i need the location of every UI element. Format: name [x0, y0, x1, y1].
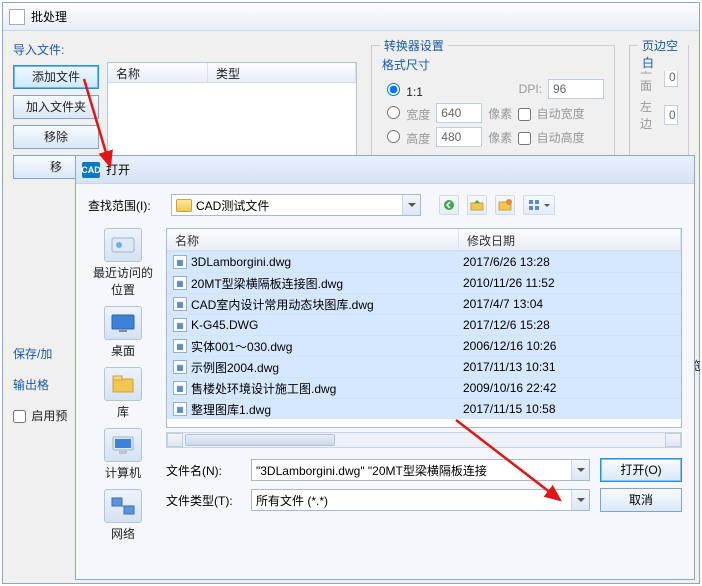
auto-height-check[interactable]: 自动高度 [518, 129, 584, 146]
filename-value: "3DLamborgini.dwg" "20MT型梁横隔板连接 [256, 462, 487, 479]
height-value[interactable]: 480 [436, 127, 482, 147]
lookin-combo[interactable]: CAD测试文件 [171, 194, 421, 216]
app-icon [9, 9, 25, 25]
auto-width-check[interactable]: 自动宽度 [518, 105, 584, 122]
dpi-value[interactable]: 96 [548, 79, 604, 99]
place-recent[interactable]: 最近访问的位置 [90, 228, 156, 298]
lookin-value: CAD测试文件 [196, 197, 269, 214]
filetype-combo[interactable]: 所有文件 (*.*) [251, 489, 590, 511]
batch-title: 批处理 [31, 8, 67, 25]
dwg-icon: ▦ [173, 297, 187, 311]
folder-icon [176, 199, 192, 212]
dwg-icon: ▦ [173, 255, 187, 269]
add-file-button[interactable]: 添加文件 [13, 65, 99, 89]
dwg-icon: ▦ [173, 276, 187, 290]
dwg-icon: ▦ [173, 339, 187, 353]
col-type: 类型 [208, 63, 356, 82]
filetype-label: 文件类型(T): [166, 492, 241, 509]
filename-label: 文件名(N): [166, 462, 241, 479]
import-label: 导入文件: [13, 41, 357, 58]
file-row[interactable]: ▦售楼处环境设计施工图.dwg2009/10/16 22:42 [167, 377, 681, 398]
dwg-icon: ▦ [173, 318, 187, 332]
cancel-button[interactable]: 取消 [600, 488, 682, 512]
place-libraries[interactable]: 库 [90, 367, 156, 420]
place-network[interactable]: 网络 [90, 489, 156, 542]
width-radio[interactable]: 宽度 [382, 103, 430, 123]
cad-icon: CAD [82, 162, 100, 178]
chevron-down-icon[interactable] [402, 195, 420, 215]
open-button[interactable]: 打开(O) [600, 458, 682, 482]
file-row[interactable]: ▦示例图2004.dwg2017/11/13 10:31 [167, 356, 681, 377]
format-label: 格式尺寸 [382, 56, 604, 73]
add-folder-button[interactable]: 加入文件夹 [13, 95, 99, 119]
places-bar: 最近访问的位置 桌面 库 计算机 网络 [88, 224, 158, 542]
file-listview[interactable]: 名称 修改日期 ▦3DLamborgini.dwg2017/6/26 13:28… [166, 228, 682, 428]
dwg-icon: ▦ [173, 402, 187, 416]
new-folder-icon[interactable] [495, 195, 515, 215]
dpi-label: DPI: [519, 82, 542, 96]
margin-left-input[interactable]: 0 [664, 105, 678, 125]
chevron-down-icon[interactable] [571, 460, 589, 480]
file-row[interactable]: ▦CAD室内设计常用动态块图库.dwg2017/4/7 13:04 [167, 293, 681, 314]
col-name: 名称 [108, 63, 208, 82]
margins-legend: 页边空白 [638, 37, 688, 71]
dwg-icon: ▦ [173, 381, 187, 395]
filecol-date[interactable]: 修改日期 [459, 229, 681, 250]
place-computer[interactable]: 计算机 [90, 428, 156, 481]
open-dialog: CAD 打开 查找范围(I): CAD测试文件 最近访问的位置 桌面 库 计算 [75, 155, 695, 580]
filecol-name[interactable]: 名称 [167, 229, 459, 250]
open-titlebar[interactable]: CAD 打开 [76, 156, 694, 184]
file-row[interactable]: ▦3DLamborgini.dwg2017/6/26 13:28 [167, 251, 681, 272]
file-row[interactable]: ▦整理图库1.dwg2017/11/15 10:58 [167, 398, 681, 419]
open-title: 打开 [106, 161, 130, 178]
ratio-radio[interactable]: 1:1 [382, 80, 423, 99]
converter-legend: 转换器设置 [380, 37, 448, 54]
lookin-label: 查找范围(I): [88, 197, 163, 214]
view-menu-icon[interactable] [523, 195, 555, 215]
file-row[interactable]: ▦20MT型梁横隔板连接图.dwg2010/11/26 11:52 [167, 272, 681, 293]
back-icon[interactable] [439, 195, 459, 215]
place-desktop[interactable]: 桌面 [90, 306, 156, 359]
h-scrollbar[interactable] [166, 432, 682, 448]
file-row[interactable]: ▦实体001～030.dwg2006/12/16 10:26 [167, 335, 681, 356]
batch-titlebar[interactable]: 批处理 [3, 3, 699, 31]
height-radio[interactable]: 高度 [382, 127, 430, 147]
dwg-icon: ▦ [173, 360, 187, 374]
filename-combo[interactable]: "3DLamborgini.dwg" "20MT型梁横隔板连接 [251, 459, 590, 481]
width-value[interactable]: 640 [436, 103, 482, 123]
remove-button[interactable]: 移除 [13, 125, 99, 149]
filetype-value: 所有文件 (*.*) [256, 492, 328, 509]
chevron-down-icon[interactable] [571, 490, 589, 510]
up-icon[interactable] [467, 195, 487, 215]
file-row[interactable]: ▦K-G45.DWG2017/12/6 15:28 [167, 314, 681, 335]
